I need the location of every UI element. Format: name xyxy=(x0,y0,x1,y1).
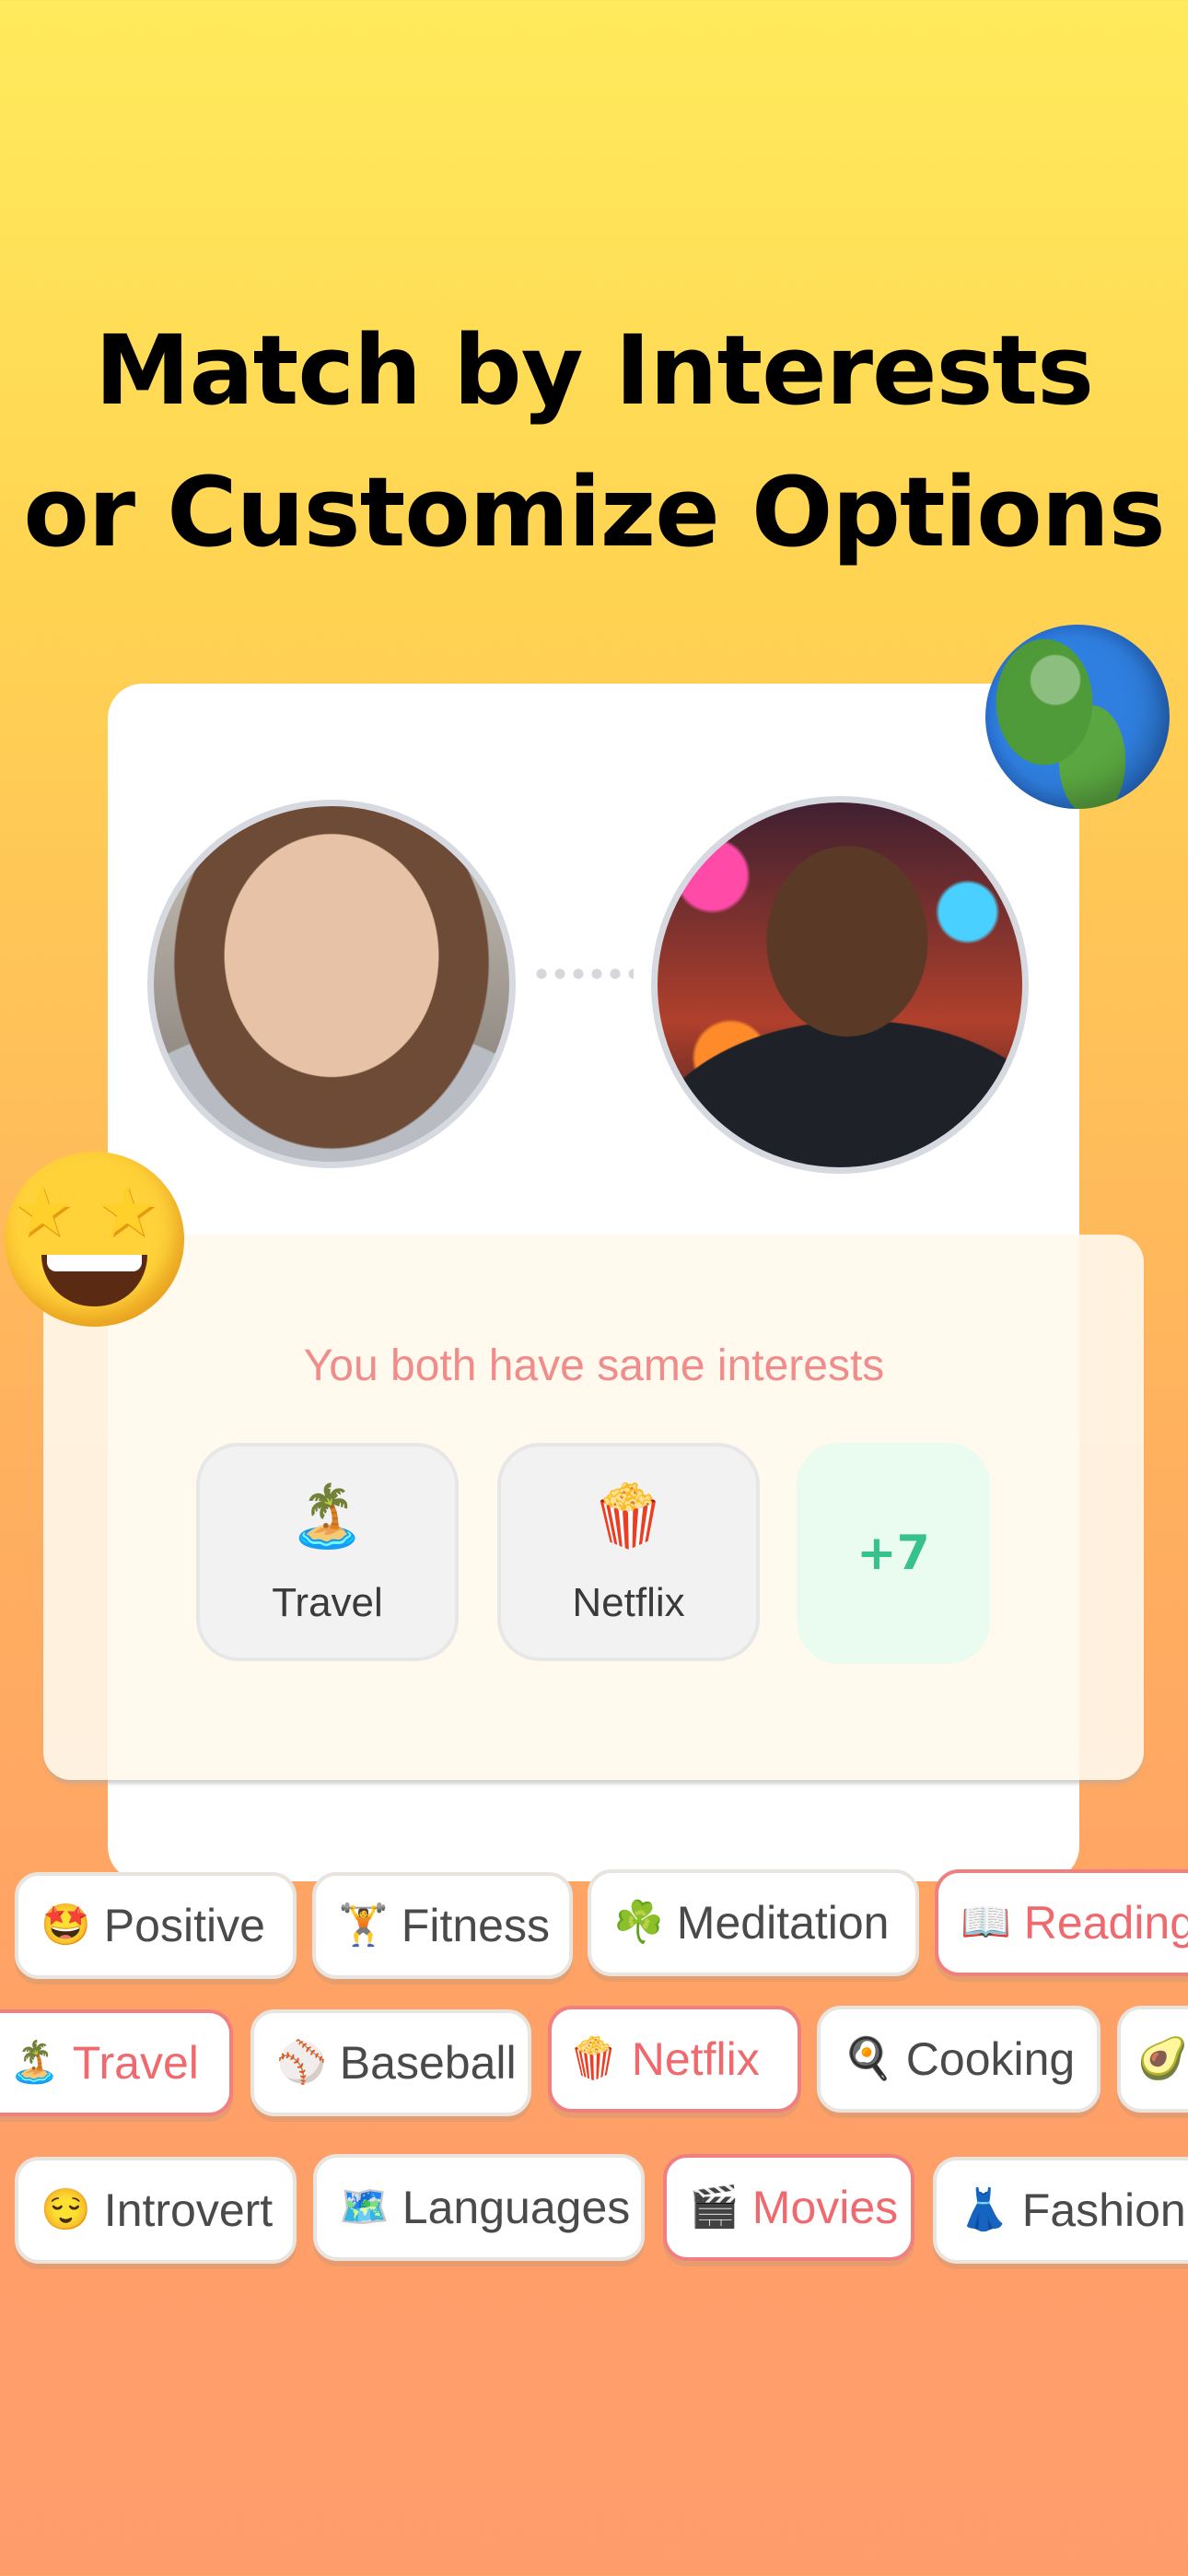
popcorn-icon: 🍿 xyxy=(568,2036,619,2081)
tag-meditation[interactable]: ☘️ Meditation xyxy=(588,1869,919,1976)
shared-interest-label: Netflix xyxy=(572,1580,685,1625)
avocado-icon: 🥑 xyxy=(1137,2036,1188,2081)
tag-baseball[interactable]: ⚾ Baseball xyxy=(250,2009,531,2116)
avatar-match xyxy=(651,796,1029,1174)
tag-introvert[interactable]: 😌 Introvert xyxy=(15,2157,297,2264)
baseball-icon: ⚾ xyxy=(276,2040,327,2085)
popcorn-icon: 🍿 xyxy=(590,1481,667,1551)
smile-mouth xyxy=(41,1255,147,1306)
tag-positive[interactable]: 🤩 Positive xyxy=(15,1872,297,1979)
star-struck-emoji-icon: ★ ★ xyxy=(5,1152,184,1327)
weightlifter-icon: 🏋️ xyxy=(338,1903,389,1948)
shared-interests-title: You both have same interests xyxy=(303,1341,885,1390)
shared-interest-label: Travel xyxy=(272,1580,383,1625)
clapper-board-icon: 🎬 xyxy=(689,2184,740,2230)
headline-line-1: Match by Interests xyxy=(94,313,1094,427)
dress-icon: 👗 xyxy=(959,2187,1009,2232)
beach-icon: 🏝️ xyxy=(289,1481,366,1551)
headline: Match by Interests or Customize Options xyxy=(0,299,1188,583)
avatar-user xyxy=(147,800,516,1168)
star-struck-icon: 🤩 xyxy=(41,1903,91,1948)
tag-fashion[interactable]: 👗 Fashion xyxy=(933,2157,1188,2264)
shamrock-icon: ☘️ xyxy=(613,1900,664,1945)
star-icon: ★ xyxy=(97,1172,158,1251)
tag-cooking[interactable]: 🍳 Cooking xyxy=(817,2006,1101,2113)
relieved-face-icon: 😌 xyxy=(41,2187,91,2232)
globe-icon xyxy=(985,625,1170,809)
more-interests-button[interactable]: +7 xyxy=(797,1443,990,1664)
frying-pan-icon: 🍳 xyxy=(843,2036,893,2081)
star-icon: ★ xyxy=(12,1172,74,1251)
tag-travel[interactable]: 🏝️ Travel xyxy=(0,2009,233,2116)
tag-languages[interactable]: 🗺️ Languages xyxy=(313,2154,645,2261)
shared-interest-travel[interactable]: 🏝️ Travel xyxy=(196,1443,459,1661)
tag-netflix[interactable]: 🍿 Netflix xyxy=(548,2006,801,2113)
headline-line-2: or Customize Options xyxy=(23,455,1165,568)
tag-movies[interactable]: 🎬 Movies xyxy=(663,2154,914,2261)
connection-dots xyxy=(532,968,634,979)
beach-icon: 🏝️ xyxy=(9,2040,60,2085)
tag-reading[interactable]: 📖 Reading xyxy=(935,1869,1188,1976)
shared-interest-netflix[interactable]: 🍿 Netflix xyxy=(497,1443,760,1661)
tag-fitness[interactable]: 🏋️ Fitness xyxy=(312,1872,573,1979)
book-icon: 📖 xyxy=(961,1900,1011,1945)
world-map-icon: 🗺️ xyxy=(339,2184,390,2230)
tag-avocado-partial[interactable]: 🥑 xyxy=(1117,2006,1188,2113)
